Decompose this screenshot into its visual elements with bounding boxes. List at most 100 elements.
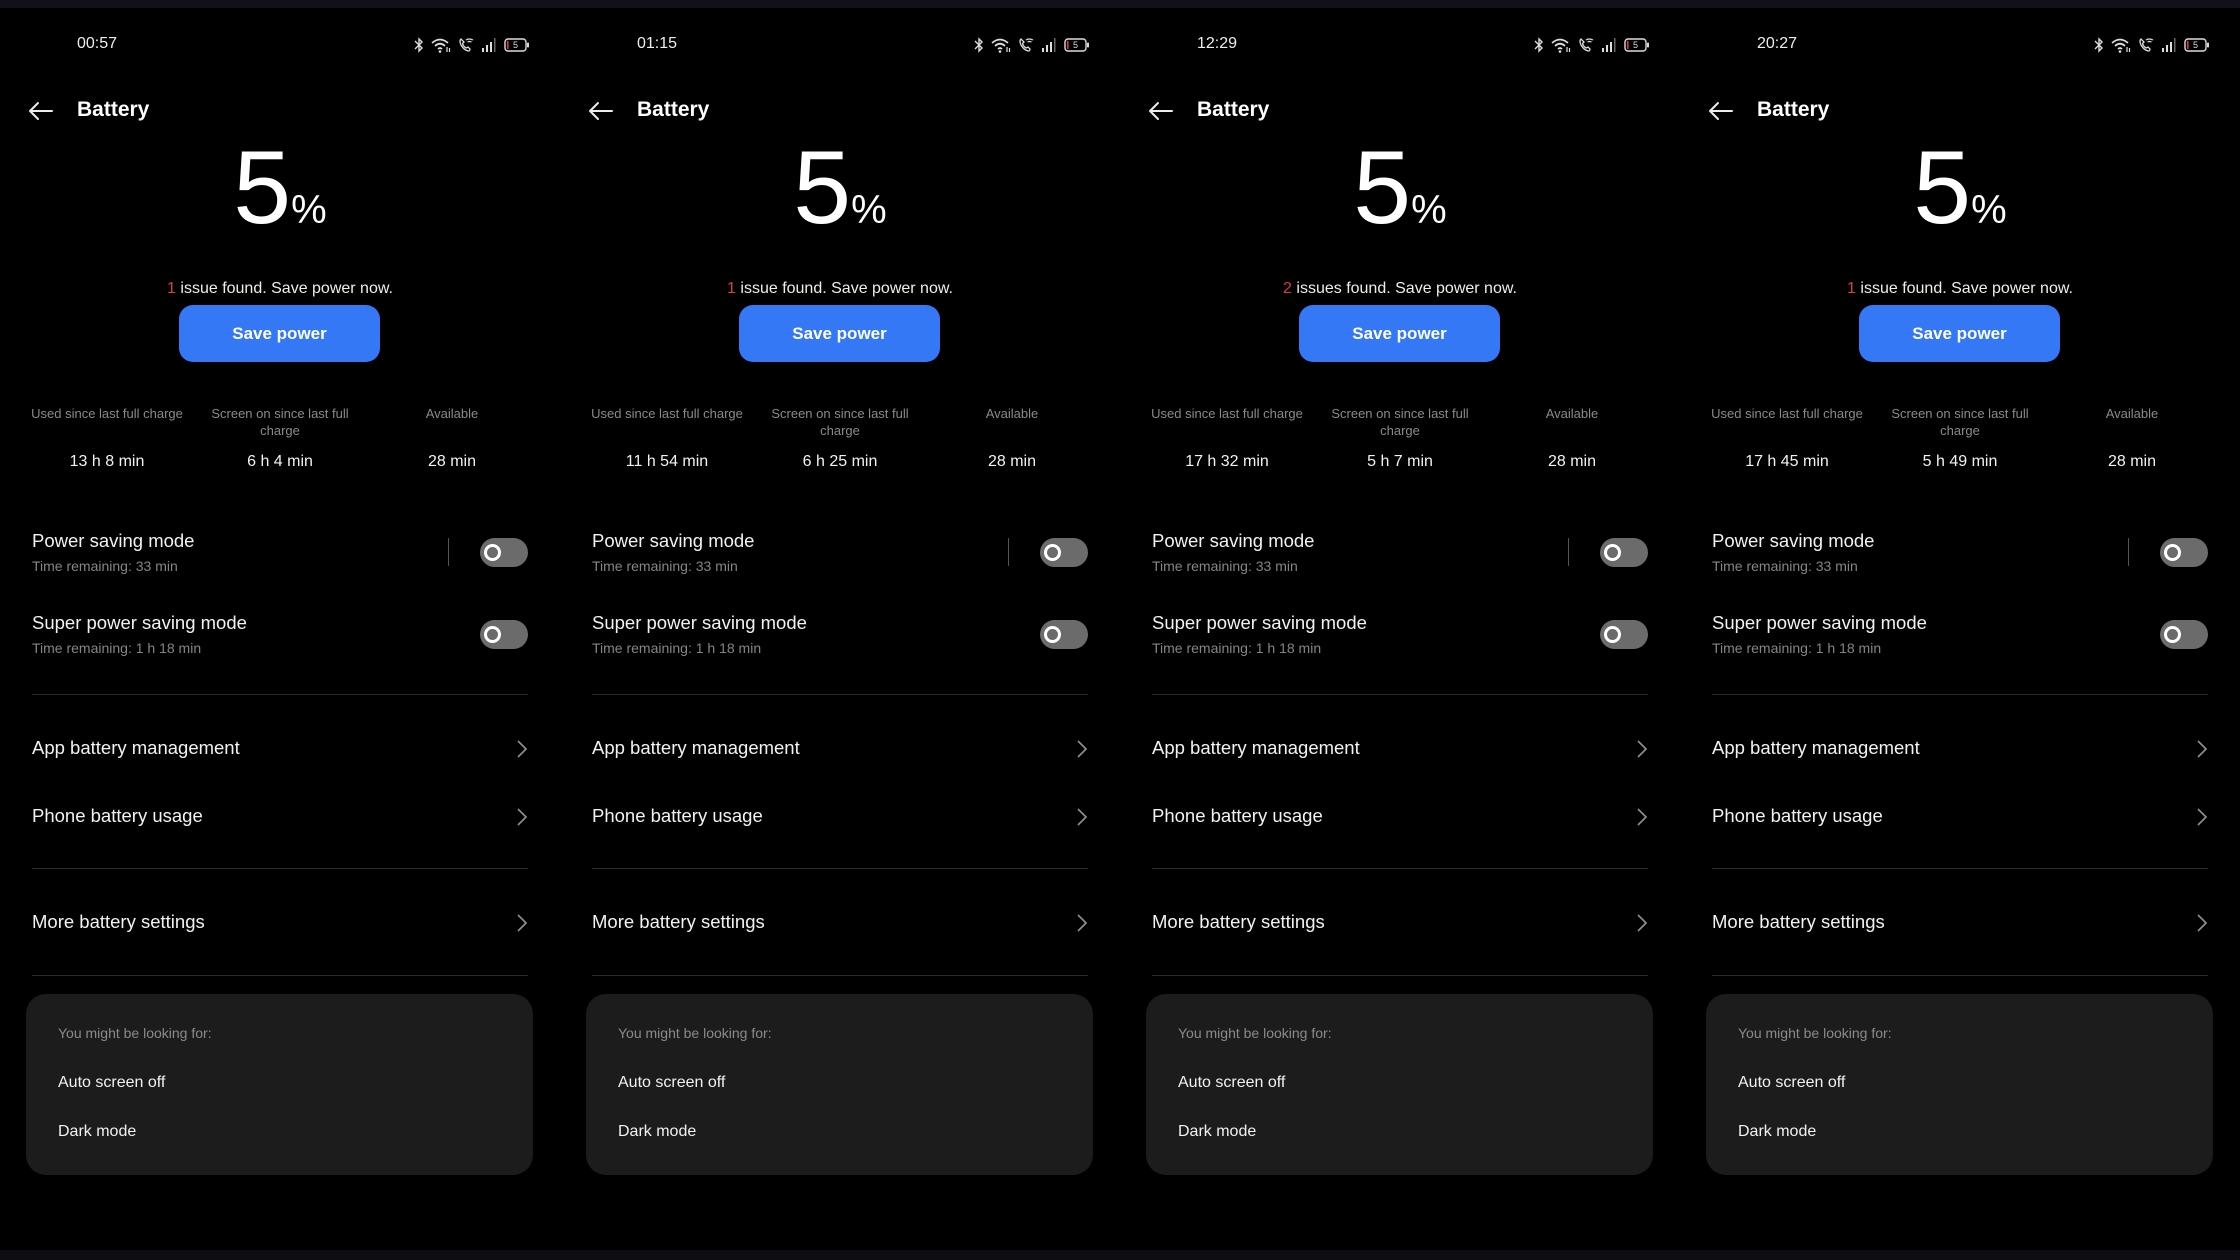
- back-button[interactable]: [586, 98, 616, 124]
- super-power-saving-mode-row[interactable]: Super power saving mode Time remaining: …: [1680, 612, 2240, 682]
- setting-subtitle: Time remaining: 33 min: [1152, 558, 1298, 574]
- issue-text: issue found. Save power now.: [740, 280, 953, 297]
- battery-level-text: 5: [1072, 40, 1078, 50]
- battery-screen-panel-1: 00:57 5 Battery 5% 1 issue found. Save p…: [0, 0, 560, 1250]
- back-button[interactable]: [1706, 98, 1736, 124]
- issue-text: issues found. Save power now.: [1296, 280, 1517, 297]
- suggestion-dark-mode[interactable]: Dark mode: [58, 1123, 136, 1141]
- save-power-button[interactable]: Save power: [1859, 305, 2060, 362]
- setting-title: Super power saving mode: [1152, 612, 1367, 633]
- toggle-knob: [1604, 544, 1621, 561]
- power-saving-mode-row[interactable]: Power saving mode Time remaining: 33 min: [1120, 530, 1680, 600]
- stat-value: 28 min: [427, 453, 477, 470]
- percent-sign: %: [1411, 188, 1447, 232]
- nav-phone-battery-usage[interactable]: Phone battery usage: [1120, 805, 1680, 861]
- suggestion-auto-screen-off[interactable]: Auto screen off: [1178, 1074, 1285, 1092]
- power-saving-mode-toggle[interactable]: [2160, 538, 2208, 567]
- nav-phone-battery-usage[interactable]: Phone battery usage: [0, 805, 560, 861]
- super-power-saving-mode-toggle[interactable]: [1600, 620, 1648, 649]
- suggestion-dark-mode[interactable]: Dark mode: [1738, 1123, 1816, 1141]
- chevron-right-icon: [1637, 808, 1648, 826]
- stat-screen-on-since-charge: Screen on since last full charge 6 h 25 …: [760, 405, 920, 471]
- stat-available: Available 28 min: [372, 405, 532, 471]
- suggestion-auto-screen-off[interactable]: Auto screen off: [618, 1074, 725, 1092]
- suggestion-dark-mode[interactable]: Dark mode: [618, 1123, 696, 1141]
- save-power-button[interactable]: Save power: [179, 305, 380, 362]
- bluetooth-icon: [414, 37, 424, 53]
- setting-title: Super power saving mode: [592, 612, 807, 633]
- stat-label: Screen on since last full charge: [1891, 406, 2029, 438]
- super-power-saving-mode-row[interactable]: Super power saving mode Time remaining: …: [1120, 612, 1680, 682]
- status-icons: 5: [2094, 35, 2210, 55]
- power-saving-mode-row[interactable]: Power saving mode Time remaining: 33 min: [1680, 530, 2240, 600]
- power-saving-mode-toggle[interactable]: [1040, 538, 1088, 567]
- signal-icon: [481, 37, 497, 53]
- power-saving-mode-toggle[interactable]: [480, 538, 528, 567]
- nav-app-battery-management[interactable]: App battery management: [1680, 737, 2240, 793]
- stat-value: 13 h 8 min: [69, 453, 145, 470]
- vertical-divider: [2128, 538, 2129, 566]
- super-power-saving-mode-toggle[interactable]: [2160, 620, 2208, 649]
- nav-app-battery-management[interactable]: App battery management: [560, 737, 1120, 793]
- nav-phone-battery-usage[interactable]: Phone battery usage: [560, 805, 1120, 861]
- nav-phone-battery-usage[interactable]: Phone battery usage: [1680, 805, 2240, 861]
- nav-label: Phone battery usage: [1152, 805, 1323, 826]
- nav-more-battery-settings[interactable]: More battery settings: [0, 911, 560, 967]
- stat-used-since-charge: Used since last full charge 13 h 8 min: [27, 405, 187, 471]
- power-saving-mode-toggle[interactable]: [1600, 538, 1648, 567]
- nav-app-battery-management[interactable]: App battery management: [1120, 737, 1680, 793]
- battery-icon: 5: [2184, 38, 2210, 52]
- section-divider: [1712, 694, 2208, 695]
- nav-app-battery-management[interactable]: App battery management: [0, 737, 560, 793]
- super-power-saving-mode-toggle[interactable]: [480, 620, 528, 649]
- stat-label: Screen on since last full charge: [211, 406, 349, 438]
- battery-level-text: 5: [512, 40, 518, 50]
- status-icons: 5: [1534, 35, 1650, 55]
- section-divider: [592, 694, 1088, 695]
- nav-more-battery-settings[interactable]: More battery settings: [560, 911, 1120, 967]
- issue-count: 1: [1847, 280, 1856, 297]
- page-title: Battery: [1757, 98, 1830, 121]
- stat-label: Available: [425, 406, 479, 421]
- nav-label: App battery management: [592, 737, 800, 758]
- toggle-knob: [1044, 544, 1061, 561]
- page-title: Battery: [77, 98, 150, 121]
- signal-icon: [1601, 37, 1617, 53]
- stat-label: Screen on since last full charge: [771, 406, 909, 438]
- super-power-saving-mode-toggle[interactable]: [1040, 620, 1088, 649]
- save-power-button[interactable]: Save power: [739, 305, 940, 362]
- stat-label: Used since last full charge: [1711, 406, 1863, 421]
- back-button[interactable]: [1146, 98, 1176, 124]
- suggestion-dark-mode[interactable]: Dark mode: [1178, 1123, 1256, 1141]
- section-divider: [1152, 694, 1648, 695]
- battery-screen-panel-2: 01:15 5 Battery 5% 1 issue found. Save p…: [560, 0, 1120, 1250]
- save-power-button[interactable]: Save power: [1299, 305, 1500, 362]
- battery-percent-value: 5: [233, 130, 291, 246]
- power-saving-mode-row[interactable]: Power saving mode Time remaining: 33 min: [0, 530, 560, 600]
- bluetooth-icon: [2094, 37, 2104, 53]
- status-time: 12:29: [1197, 35, 1238, 52]
- suggestion-auto-screen-off[interactable]: Auto screen off: [58, 1074, 165, 1092]
- super-power-saving-mode-row[interactable]: Super power saving mode Time remaining: …: [0, 612, 560, 682]
- wifi-calling-icon: [458, 37, 474, 53]
- bluetooth-icon: [974, 37, 984, 53]
- super-power-saving-mode-row[interactable]: Super power saving mode Time remaining: …: [560, 612, 1120, 682]
- issue-message: 2 issues found. Save power now.: [1120, 280, 1680, 298]
- setting-title: Power saving mode: [32, 530, 195, 551]
- stat-screen-on-since-charge: Screen on since last full charge 5 h 7 m…: [1320, 405, 1480, 471]
- vertical-divider: [448, 538, 449, 566]
- setting-subtitle: Time remaining: 1 h 18 min: [1152, 640, 1322, 656]
- section-divider: [1712, 975, 2208, 976]
- nav-more-battery-settings[interactable]: More battery settings: [1120, 911, 1680, 967]
- issue-count: 1: [727, 280, 736, 297]
- nav-label: More battery settings: [1712, 911, 1885, 932]
- section-divider: [592, 975, 1088, 976]
- suggestion-auto-screen-off[interactable]: Auto screen off: [1738, 1074, 1845, 1092]
- power-saving-mode-row[interactable]: Power saving mode Time remaining: 33 min: [560, 530, 1120, 600]
- wifi-icon: [991, 37, 1011, 53]
- back-arrow-icon: [1149, 102, 1173, 120]
- nav-more-battery-settings[interactable]: More battery settings: [1680, 911, 2240, 967]
- nav-label: More battery settings: [1152, 911, 1325, 932]
- back-button[interactable]: [26, 98, 56, 124]
- nav-label: App battery management: [32, 737, 240, 758]
